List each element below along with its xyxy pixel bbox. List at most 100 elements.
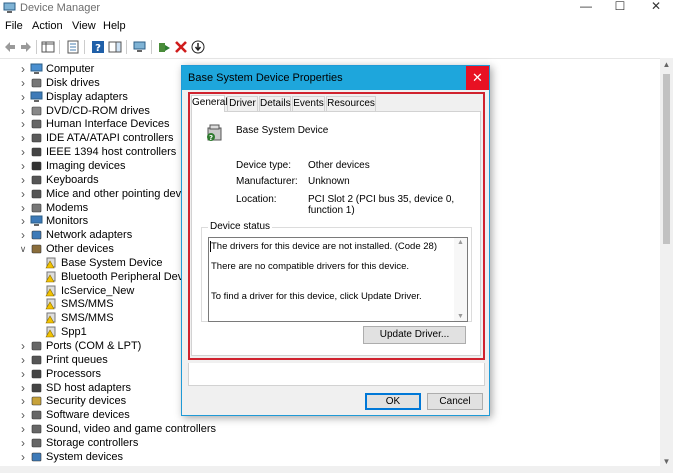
- tree-item-label: Computer: [46, 63, 95, 75]
- tree-item-label: IDE ATA/ATAPI controllers: [46, 132, 174, 145]
- scroll-up-icon[interactable]: ▲: [660, 60, 673, 69]
- menu-help[interactable]: Help: [103, 20, 126, 32]
- scroll-down-icon[interactable]: ▼: [660, 457, 673, 466]
- tree-item-label: Display adapters: [46, 90, 128, 103]
- computer-icon: [30, 63, 43, 75]
- dvd-drive-icon: [30, 105, 43, 117]
- collapse-chevron-icon[interactable]: ∨: [18, 242, 28, 256]
- tree-item-label: Network adapters: [46, 229, 133, 242]
- display-adapter-icon: [30, 91, 43, 103]
- tree-item-label: Other devices: [46, 243, 114, 256]
- tree-item-label: Keyboards: [46, 173, 99, 186]
- unknown-device-warning-icon: [45, 285, 58, 297]
- port-icon: [30, 340, 43, 352]
- expand-chevron-icon[interactable]: ›: [18, 339, 28, 353]
- unknown-device-warning-icon: [45, 312, 58, 324]
- expand-chevron-icon[interactable]: ›: [18, 228, 28, 242]
- menu-view[interactable]: View: [72, 20, 96, 32]
- network-adapter-icon: [30, 229, 43, 241]
- hid-icon: [30, 118, 43, 130]
- expand-chevron-icon[interactable]: ›: [18, 90, 28, 104]
- ide-controller-icon: [30, 132, 43, 144]
- tree-item-label: Human Interface Devices: [46, 118, 170, 131]
- expand-chevron-icon[interactable]: ›: [18, 117, 28, 131]
- show-hide-console-tree-icon[interactable]: [41, 40, 55, 54]
- update-driver-icon[interactable]: [157, 40, 171, 54]
- expand-chevron-icon[interactable]: ›: [18, 131, 28, 145]
- processor-icon: [30, 368, 43, 380]
- tree-item-label: Storage controllers: [46, 436, 139, 449]
- forward-arrow-icon[interactable]: [19, 40, 33, 54]
- expand-chevron-icon[interactable]: ›: [18, 408, 28, 422]
- expand-chevron-icon[interactable]: ›: [18, 353, 28, 367]
- software-device-icon: [30, 409, 43, 421]
- expand-chevron-icon[interactable]: ›: [18, 76, 28, 90]
- mouse-icon: [30, 188, 43, 200]
- minimize-button[interactable]: —: [572, 0, 600, 14]
- properties-icon[interactable]: [66, 40, 80, 54]
- printer-icon: [30, 354, 43, 366]
- maximize-button[interactable]: ☐: [606, 0, 634, 14]
- expand-chevron-icon[interactable]: ›: [18, 145, 28, 159]
- expand-chevron-icon[interactable]: ›: [18, 173, 28, 187]
- toolbar-separator: [126, 40, 127, 54]
- close-button[interactable]: ✕: [642, 0, 670, 14]
- disable-device-icon[interactable]: [191, 40, 205, 54]
- other-devices-icon: [30, 243, 43, 255]
- dialog-close-button[interactable]: ✕: [466, 66, 489, 90]
- tree-item-label: Processors: [46, 367, 102, 380]
- expand-chevron-icon[interactable]: ›: [18, 436, 28, 450]
- vertical-scrollbar[interactable]: ▲ ▼: [660, 58, 673, 468]
- expand-chevron-icon[interactable]: ›: [18, 422, 28, 436]
- tree-item-label: Security devices: [46, 395, 127, 408]
- expand-chevron-icon[interactable]: ›: [18, 201, 28, 215]
- menu-file[interactable]: File: [5, 20, 23, 32]
- expand-chevron-icon[interactable]: ›: [18, 187, 28, 201]
- toolbar-separator: [151, 40, 152, 54]
- storage-controller-icon: [30, 437, 43, 449]
- expand-chevron-icon[interactable]: ›: [18, 159, 28, 173]
- help-icon[interactable]: ?: [91, 40, 105, 54]
- menu-bar: File Action View Help: [0, 19, 673, 36]
- ok-button[interactable]: OK: [365, 393, 421, 410]
- action-pane-icon[interactable]: [108, 40, 122, 54]
- tree-item-label: Mice and other pointing devices: [46, 187, 201, 200]
- scrollbar-thumb[interactable]: [663, 74, 670, 244]
- menu-action[interactable]: Action: [32, 20, 63, 32]
- tree-item-label: Bluetooth Peripheral Device: [61, 270, 198, 283]
- scan-hardware-icon[interactable]: [133, 40, 147, 54]
- tree-item-label: Software devices: [46, 409, 130, 422]
- tree-item-label: Monitors: [46, 215, 89, 228]
- expand-chevron-icon[interactable]: ›: [18, 62, 28, 76]
- toolbar-separator: [36, 40, 37, 54]
- expand-chevron-icon[interactable]: ›: [18, 214, 28, 228]
- expand-chevron-icon[interactable]: ›: [18, 394, 28, 408]
- expand-chevron-icon[interactable]: ›: [18, 367, 28, 381]
- keyboard-icon: [30, 174, 43, 186]
- back-arrow-icon[interactable]: [3, 40, 17, 54]
- tree-item-label: Ports (COM & LPT): [46, 340, 142, 352]
- speaker-icon: [30, 423, 43, 435]
- tree-item-label: Modems: [46, 201, 89, 214]
- expand-chevron-icon[interactable]: ›: [18, 104, 28, 118]
- disk-drive-icon: [30, 77, 43, 89]
- tab-panel-lower-area: [188, 363, 485, 386]
- camera-icon: [30, 160, 43, 172]
- tree-item-label: IEEE 1394 host controllers: [46, 146, 177, 159]
- window-title: Device Manager: [20, 2, 101, 14]
- expand-chevron-icon[interactable]: ›: [18, 381, 28, 395]
- security-key-icon: [30, 395, 43, 407]
- tree-item-label: SMS/MMS: [61, 298, 114, 311]
- unknown-device-warning-icon: [45, 271, 58, 283]
- uninstall-icon[interactable]: [174, 40, 188, 54]
- unknown-device-warning-icon: [45, 257, 58, 269]
- unknown-device-warning-icon: [45, 326, 58, 338]
- tree-item-label: System devices: [46, 450, 124, 463]
- ieee1394-icon: [30, 146, 43, 158]
- unknown-device-warning-icon: [45, 298, 58, 310]
- expand-chevron-icon[interactable]: ›: [18, 450, 28, 464]
- properties-dialog: Base System Device Properties ✕ Driver D…: [181, 65, 490, 416]
- tree-item-label: Imaging devices: [46, 159, 126, 172]
- tree-item-label: Sound, video and game controllers: [46, 423, 216, 436]
- cancel-button[interactable]: Cancel: [427, 393, 483, 410]
